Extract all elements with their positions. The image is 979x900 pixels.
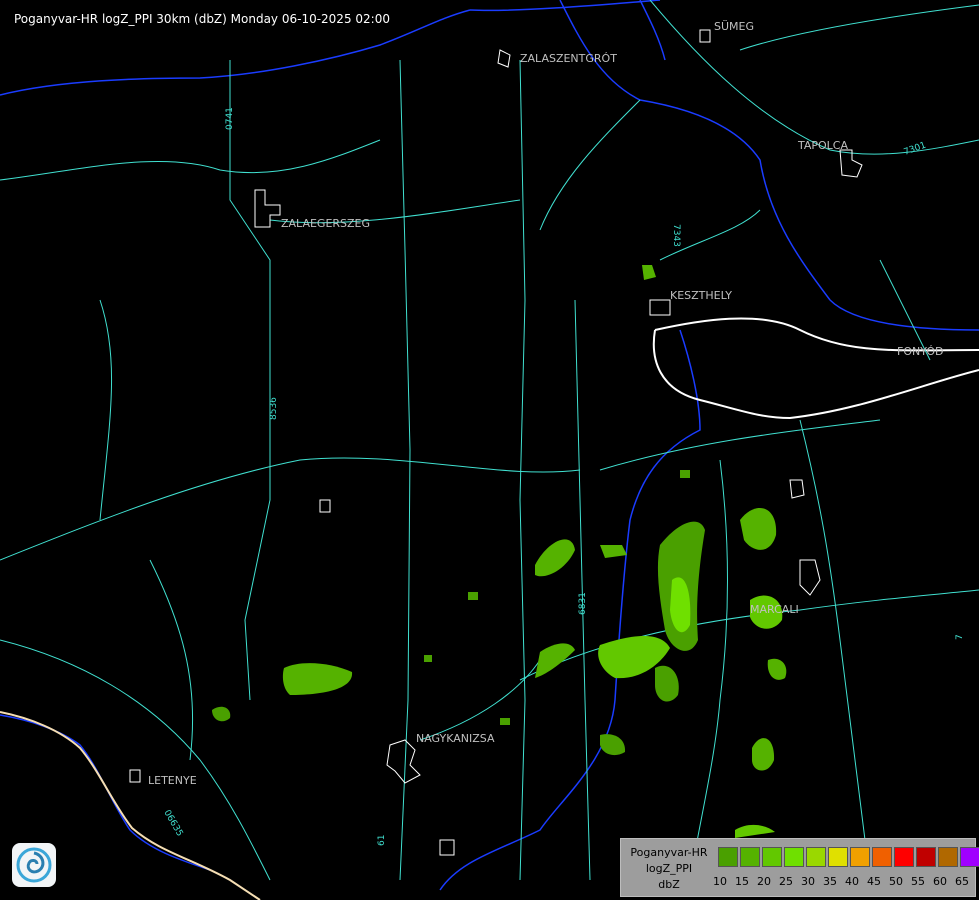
legend-tick: 55 [911, 875, 925, 888]
radar-title: Poganyvar-HR logZ_PPI 30km (dbZ) Monday … [14, 12, 390, 26]
road-label: 61 [377, 835, 387, 846]
city-label-sumeg: SÜMEG [714, 20, 754, 33]
echo [535, 643, 575, 678]
radar-map: SÜMEG ZALASZENTGRÓT TAPOLCA ZALAEGERSZEG… [0, 0, 979, 900]
legend-swatch [872, 847, 892, 867]
echo [680, 470, 690, 478]
legend-tick: 30 [801, 875, 815, 888]
legend-swatch [828, 847, 848, 867]
legend-ticks: 10 15 20 25 30 35 40 45 50 55 60 65 70 [709, 875, 979, 888]
echo [767, 658, 787, 680]
city-label-zalaegerszeg: ZALAEGERSZEG [281, 217, 370, 230]
lake-balaton [652, 317, 979, 420]
legend-swatch [784, 847, 804, 867]
legend-swatch [740, 847, 760, 867]
city-label-keszthely: KESZTHELY [670, 289, 732, 302]
echo [424, 655, 432, 662]
city-label-nagykanizsa: NAGYKANIZSA [416, 732, 495, 745]
legend-title-line: logZ_PPI [645, 862, 693, 875]
echo [642, 265, 656, 280]
echo [752, 738, 775, 771]
city-label-tapolca: TAPOLCA [797, 139, 848, 152]
city-label-letenye: LETENYE [148, 774, 197, 787]
legend-swatch [916, 847, 936, 867]
echo [655, 665, 679, 702]
legend-tick: 15 [735, 875, 749, 888]
rivers [0, 0, 979, 891]
echo [600, 734, 626, 756]
legend-tick: 65 [955, 875, 969, 888]
echo [212, 706, 231, 722]
legend-tick: 45 [867, 875, 881, 888]
echo [500, 718, 510, 725]
echo [282, 663, 353, 695]
city-label-marcali: MARCALI [750, 603, 799, 616]
legend-swatch [938, 847, 958, 867]
city-label-fonyod: FONYÓD [897, 345, 943, 358]
legend-swatch [806, 847, 826, 867]
echo [735, 824, 775, 838]
legend-tick: 20 [757, 875, 771, 888]
road-label: 8536 [269, 397, 279, 420]
dbz-legend: Poganyvar-HR logZ_PPI dbZ 10 15 20 25 30 35 40… [620, 838, 979, 897]
legend-swatch [762, 847, 782, 867]
legend-swatch [850, 847, 870, 867]
radar-echoes [212, 265, 787, 838]
road-label: 06635 [161, 809, 184, 839]
echo [535, 539, 575, 577]
legend-title-line: dbZ [658, 878, 680, 891]
road-label: 0741 [225, 107, 235, 130]
swirl-icon [16, 847, 52, 883]
legend-swatch [960, 847, 979, 867]
roads [0, 0, 979, 881]
road-label: 7301 [903, 141, 928, 158]
legend-title-line: Poganyvar-HR [630, 846, 708, 859]
legend-swatch [718, 847, 738, 867]
city-label-zalaszentgrot: ZALASZENTGRÓT [520, 52, 617, 65]
legend-title: Poganyvar-HR logZ_PPI dbZ [625, 845, 713, 893]
legend-swatches [718, 847, 979, 867]
road-label: 7 [955, 634, 965, 640]
settlements [129, 29, 863, 856]
road-label: 7343 [671, 224, 681, 247]
legend-tick: 50 [889, 875, 903, 888]
legend-swatch [894, 847, 914, 867]
echo [740, 508, 777, 550]
legend-tick: 35 [823, 875, 837, 888]
road-label: 6831 [578, 592, 588, 615]
legend-tick: 60 [933, 875, 947, 888]
echo [600, 545, 627, 558]
legend-tick: 70 [973, 875, 979, 888]
legend-tick: 25 [779, 875, 793, 888]
legend-tick: 10 [713, 875, 727, 888]
echo [468, 592, 478, 600]
legend-tick: 40 [845, 875, 859, 888]
app-logo-icon[interactable] [12, 843, 56, 887]
